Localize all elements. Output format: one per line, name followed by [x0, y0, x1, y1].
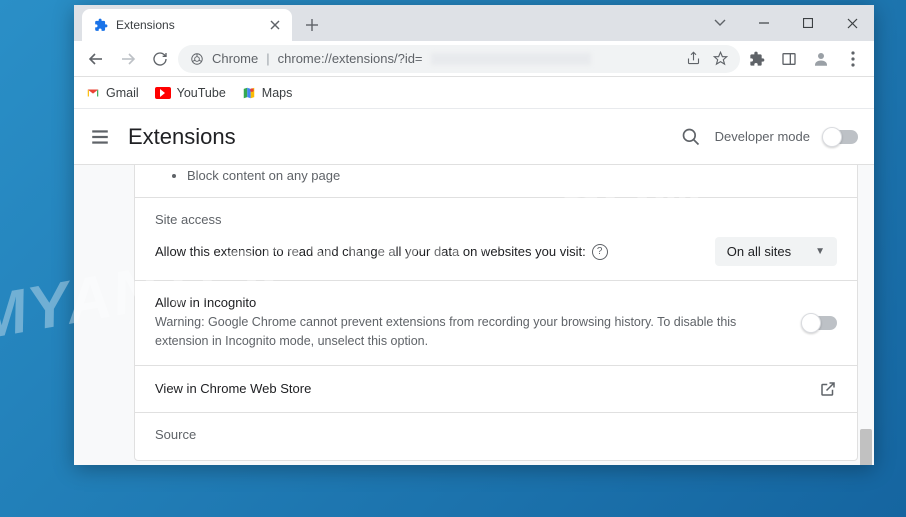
- back-button[interactable]: [82, 45, 110, 73]
- extensions-header: Extensions Developer mode: [74, 109, 874, 165]
- minimize-button[interactable]: [742, 7, 786, 39]
- profile-avatar-button[interactable]: [808, 46, 834, 72]
- incognito-warning: Warning: Google Chrome cannot prevent ex…: [155, 313, 783, 351]
- help-icon[interactable]: ?: [592, 244, 608, 260]
- omnibox-url: chrome://extensions/?id=: [278, 51, 423, 66]
- bookmark-maps[interactable]: Maps: [242, 86, 293, 100]
- extensions-page: Extensions Developer mode Block content …: [74, 109, 874, 465]
- site-access-selected: On all sites: [727, 244, 791, 259]
- permission-bullet: Block content on any page: [187, 168, 837, 183]
- bookmark-label: YouTube: [177, 86, 226, 100]
- gmail-icon: [86, 86, 100, 100]
- chrome-window: Extensions: [74, 5, 874, 465]
- bookmark-label: Gmail: [106, 86, 139, 100]
- site-access-prompt: Allow this extension to read and change …: [155, 244, 586, 259]
- source-section: Source: [135, 412, 857, 460]
- webstore-link-label: View in Chrome Web Store: [155, 381, 819, 396]
- bookmarks-bar: Gmail YouTube Maps: [74, 77, 874, 109]
- omnibox-origin: Chrome: [212, 51, 258, 66]
- maximize-button[interactable]: [786, 7, 830, 39]
- incognito-toggle[interactable]: [803, 316, 837, 330]
- browser-toolbar: Chrome | chrome://extensions/?id=: [74, 41, 874, 77]
- side-panel-button[interactable]: [776, 46, 802, 72]
- scrollbar-thumb[interactable]: [860, 429, 872, 465]
- maps-icon: [242, 86, 256, 100]
- chrome-icon: [190, 52, 204, 66]
- open-in-new-icon: [819, 380, 837, 398]
- tab-title: Extensions: [116, 18, 175, 32]
- search-icon[interactable]: [681, 127, 701, 147]
- source-heading: Source: [155, 427, 837, 442]
- reload-button[interactable]: [146, 45, 174, 73]
- incognito-section: Allow in Incognito Warning: Google Chrom…: [135, 280, 857, 365]
- bookmark-youtube[interactable]: YouTube: [155, 86, 226, 100]
- youtube-icon: [155, 87, 171, 99]
- close-tab-button[interactable]: [268, 18, 282, 32]
- window-controls: [698, 5, 874, 41]
- hamburger-menu-icon[interactable]: [90, 127, 110, 147]
- incognito-heading: Allow in Incognito: [155, 295, 783, 310]
- bookmark-label: Maps: [262, 86, 293, 100]
- extension-detail-body: Block content on any page Site access Al…: [74, 165, 874, 465]
- forward-button[interactable]: [114, 45, 142, 73]
- new-tab-button[interactable]: [298, 11, 326, 39]
- tab-search-button[interactable]: [698, 7, 742, 39]
- omnibox-divider: |: [266, 51, 269, 66]
- site-access-section: Site access Allow this extension to read…: [135, 197, 857, 280]
- site-access-select[interactable]: On all sites ▼: [715, 237, 837, 266]
- bookmark-gmail[interactable]: Gmail: [86, 86, 139, 100]
- puzzle-icon: [94, 18, 108, 32]
- chrome-menu-button[interactable]: [840, 46, 866, 72]
- developer-mode-toggle[interactable]: [824, 130, 858, 144]
- extension-detail-card: Block content on any page Site access Al…: [134, 165, 858, 461]
- site-access-heading: Site access: [155, 212, 837, 227]
- bookmark-star-icon[interactable]: [713, 51, 728, 66]
- chevron-down-icon: ▼: [815, 246, 825, 257]
- developer-mode-label: Developer mode: [715, 129, 810, 144]
- omnibox-blurred-id: [431, 53, 591, 65]
- address-bar[interactable]: Chrome | chrome://extensions/?id=: [178, 45, 740, 73]
- extensions-puzzle-button[interactable]: [744, 46, 770, 72]
- page-title: Extensions: [128, 124, 236, 150]
- webstore-link-section[interactable]: View in Chrome Web Store: [135, 365, 857, 412]
- share-icon[interactable]: [686, 51, 701, 66]
- close-window-button[interactable]: [830, 7, 874, 39]
- window-titlebar: Extensions: [74, 5, 874, 41]
- browser-tab-extensions[interactable]: Extensions: [82, 9, 292, 41]
- permissions-section: Block content on any page: [135, 165, 857, 197]
